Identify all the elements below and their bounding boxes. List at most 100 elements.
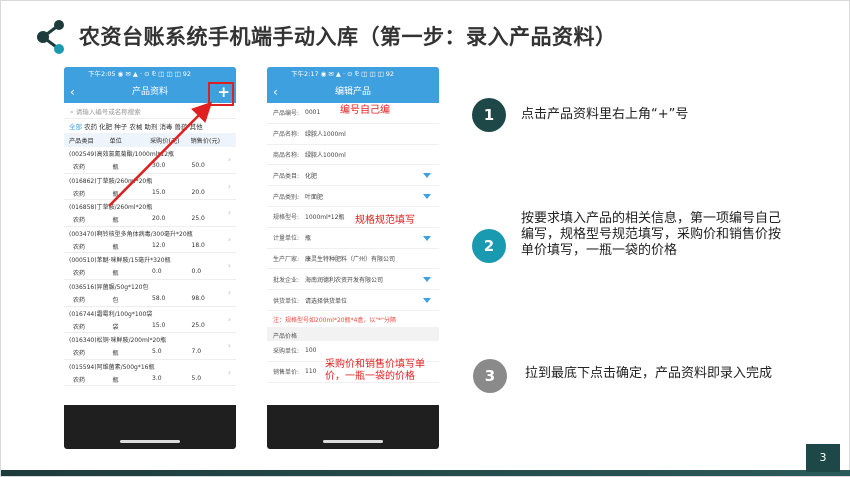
tab-vet[interactable]: 兽药: [175, 123, 188, 131]
chevron-right-icon: ›: [227, 261, 231, 271]
home-indicator[interactable]: [323, 440, 383, 443]
product-name: (016862)丁草胺/260ml*20瓶: [69, 177, 153, 185]
step-2-text: 按要求填入产品的相关信息，第一项编号自己编写，规格型号规范填写，采购价和销售价按…: [521, 211, 782, 258]
tab-pesticide[interactable]: 农药: [84, 123, 97, 131]
field-value[interactable]: 绿脓人1000ml: [305, 129, 346, 138]
list-item[interactable]: (016862)丁草胺/260ml*20瓶 农药 瓶 15.0 20.0 ›: [64, 174, 236, 201]
form-row[interactable]: 供货单位: 请选择供货单位: [267, 290, 439, 311]
col-unit: 单位: [109, 137, 122, 145]
status-bar: 下午2:17 ◉ ✉ ▲ · ⊙ ⅊ ◫ ◫ ◫ 92: [267, 67, 439, 81]
form-row[interactable]: 产品类别: 叶面肥: [267, 186, 439, 207]
dropdown-icon[interactable]: [423, 194, 431, 200]
product-name: (002549)高效氯氰菊酯/1000ml*12瓶: [69, 151, 175, 158]
field-label: 产品编号:: [273, 110, 300, 118]
field-value[interactable]: 化肥: [305, 171, 317, 180]
list-item[interactable]: (002549)高效氯氰菊酯/1000ml*12瓶 农药 瓶 30.0 50.0 ›: [64, 147, 236, 174]
phone-screen: 下午2:17 ◉ ✉ ▲ · ⊙ ⅊ ◫ ◫ ◫ 92 ‹ 编辑产品 产品编号:…: [267, 67, 439, 405]
plus-highlight-box: [208, 82, 234, 106]
price-input[interactable]: 100: [305, 347, 316, 354]
field-label: 产品类别:: [273, 193, 300, 201]
back-icon[interactable]: ‹: [273, 81, 278, 103]
field-value[interactable]: 0001: [305, 109, 320, 116]
chevron-right-icon: ›: [227, 234, 231, 244]
product-buy-price: 5.0: [152, 348, 162, 356]
chevron-right-icon: ›: [227, 208, 231, 218]
field-value[interactable]: 1000ml*12瓶: [305, 212, 344, 221]
product-buy-price: 12.0: [152, 241, 166, 249]
product-name: (015594)阿维菌素/500g*16瓶: [69, 363, 155, 371]
step-1-text: 点击产品资料里右上角“+”号: [521, 107, 689, 122]
field-value[interactable]: 叶面肥: [305, 192, 323, 201]
field-value[interactable]: 康灵生特种肥料（广州）有限公司: [305, 254, 395, 263]
tab-all[interactable]: 全部: [69, 123, 82, 131]
tab-machinery[interactable]: 农械: [129, 123, 142, 131]
field-label: 采购单位:: [273, 348, 300, 356]
field-value[interactable]: 请选择供货单位: [305, 296, 347, 305]
product-name: (036516)异菌脲/50g*120包: [69, 283, 149, 291]
form-row[interactable]: 计量单位: 瓶: [267, 228, 439, 249]
product-unit: 瓶: [112, 243, 119, 251]
product-name: (000510)苯醚·咪鲜胺/15毫升*320瓶: [69, 257, 171, 265]
field-label: 计量单位:: [273, 235, 300, 243]
tab-other[interactable]: 其他: [190, 123, 203, 131]
list-item[interactable]: (016858)丁草胺/260ml*20瓶 农药 瓶 20.0 25.0 ›: [64, 200, 236, 227]
field-label: 规格型号:: [273, 214, 300, 222]
list-item[interactable]: (016744)霜霉利/100g*100袋 农药 袋 15.0 25.0 ›: [64, 307, 236, 334]
product-name: (016340)松铜·咪鲜胺/200ml*20瓶: [69, 337, 167, 345]
product-sell-price: 7.0: [191, 348, 202, 356]
status-bar: 下午2:05 ◉ ✉ ▲ · ⊙ ⅊ ◫ ◫ ◫ 92: [64, 67, 236, 81]
field-label: 批发企业:: [273, 276, 300, 284]
list-item[interactable]: (000510)苯醚·咪鲜胺/15毫升*320瓶 农药 瓶 0.0 0.0 ›: [64, 253, 236, 280]
field-value[interactable]: 海南润德利农资开发有限公司: [305, 275, 383, 284]
form-fields: 产品编号: 0001 产品名称: 绿脓人1000ml 商品名称: 绿脓人1000ml 产品类…: [267, 103, 439, 311]
dropdown-icon[interactable]: [423, 173, 431, 179]
product-category: 农药: [73, 296, 86, 304]
form-row[interactable]: 产品类目: 化肥: [267, 165, 439, 187]
phone-edit-product: 下午2:17 ◉ ✉ ▲ · ⊙ ⅊ ◫ ◫ ◫ 92 ‹ 编辑产品 产品编号:…: [267, 67, 439, 449]
price-input[interactable]: 110: [305, 368, 316, 375]
list-item[interactable]: (016340)松铜·咪鲜胺/200ml*20瓶 农药 瓶 5.0 7.0 ›: [64, 333, 236, 360]
chevron-right-icon: ›: [227, 181, 231, 191]
product-buy-price: 58.0: [152, 294, 166, 302]
share-network-icon: [37, 20, 64, 54]
dropdown-icon[interactable]: [423, 298, 431, 304]
product-buy-price: 20.0: [152, 215, 166, 223]
product-buy-price: 15.0: [152, 188, 166, 196]
category-tabs: 全部 农药 化肥 种子 农械 助剂 消毒 兽药 其他: [64, 119, 236, 133]
product-sell-price: 5.0: [191, 374, 202, 382]
footer-bar: [1, 470, 850, 476]
field-label: 生产厂家:: [273, 255, 300, 263]
back-icon[interactable]: ‹: [70, 81, 75, 103]
form-row[interactable]: 商品名称: 绿脓人1000ml: [267, 145, 439, 166]
product-unit: 瓶: [112, 164, 119, 171]
product-list: (002549)高效氯氰菊酯/1000ml*12瓶 农药瓶 30.0 50.0 › (01…: [64, 147, 236, 387]
product-buy-price: 3.0: [152, 374, 162, 382]
spec-note: 注：规格型号如200ml*20瓶*4盒，以"*"分隔: [273, 316, 396, 324]
product-name: (003470)啊铃核型多角体病毒/300毫升*20瓶: [69, 230, 193, 238]
home-indicator[interactable]: [120, 440, 180, 443]
tab-fertilizer[interactable]: 化肥: [99, 123, 112, 131]
list-item[interactable]: (015594)阿维菌素/500g*16瓶 农药 瓶 3.0 5.0 ›: [64, 360, 236, 387]
dropdown-icon[interactable]: [423, 235, 431, 241]
field-value[interactable]: 绿脓人1000ml: [305, 150, 346, 159]
form-row[interactable]: 生产厂家: 康灵生特种肥料（广州）有限公司: [267, 249, 439, 270]
product-sell-price: 25.0: [191, 321, 205, 329]
form-row[interactable]: 产品名称: 绿脓人1000ml: [267, 124, 439, 145]
form-row[interactable]: 批发企业: 海南润德利农资开发有限公司: [267, 269, 439, 291]
dropdown-icon[interactable]: [423, 277, 431, 283]
product-sell-price: 18.0: [191, 241, 205, 249]
chevron-right-icon: ›: [227, 341, 231, 351]
list-item[interactable]: (003470)啊铃核型多角体病毒/300毫升*20瓶农药 瓶 12.0 18.0 ›: [64, 227, 236, 254]
page-number: 3: [806, 444, 840, 472]
app-title: 编辑产品: [334, 87, 371, 97]
field-value[interactable]: 瓶: [305, 233, 311, 242]
product-category: 农药: [73, 243, 86, 251]
tab-disinfect[interactable]: 消毒: [159, 123, 172, 131]
product-sell-price: 0.0: [191, 268, 202, 276]
step-1-badge: 1: [472, 98, 506, 132]
product-unit: 瓶: [112, 350, 119, 358]
annotation-code: 编号自己编: [340, 105, 390, 116]
tab-seed[interactable]: 种子: [114, 123, 127, 131]
list-item[interactable]: (036516)异菌脲/50g*120包 农药 包 58.0 98.0 ›: [64, 280, 236, 307]
tab-adjuvant[interactable]: 助剂: [144, 123, 157, 131]
